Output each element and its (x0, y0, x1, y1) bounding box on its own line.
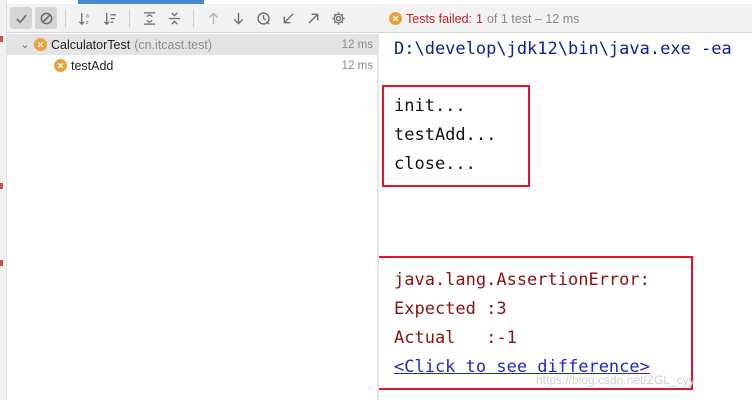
console-error-line: java.lang.AssertionError: (394, 270, 650, 290)
svg-text:z: z (85, 20, 88, 26)
console-output-line: init... (394, 96, 466, 116)
export-results-arrow-icon[interactable] (302, 7, 324, 29)
console-output-line: testAdd... (394, 125, 497, 145)
test-history-clock-icon[interactable] (252, 7, 274, 29)
test-toolbar: az Tests failed: 1 of 1 test – 12 ms (7, 4, 752, 33)
gutter-marker (0, 183, 3, 189)
sort-alphabetically-icon[interactable]: az (74, 7, 96, 29)
tree-item-duration: 12 ms (341, 38, 373, 51)
test-status-summary: Tests failed: 1 of 1 test – 12 ms (389, 4, 579, 33)
watermark-text: https://blog.csdn.net/ZGL_cyy (536, 373, 695, 387)
sort-by-duration-icon[interactable] (99, 7, 121, 29)
chevron-down-icon[interactable]: ⌄ (18, 38, 32, 51)
status-failed-count: 1 (476, 11, 483, 26)
tree-item-duration: 12 ms (341, 59, 373, 72)
show-passed-check-icon[interactable] (10, 7, 32, 29)
test-results-tree: ⌄ CalculatorTest (cn.itcast.test) 12 ms … (7, 34, 377, 400)
expand-all-icon[interactable] (138, 7, 160, 29)
previous-failed-arrow-up-icon[interactable] (202, 7, 224, 29)
failed-warning-icon (389, 12, 402, 25)
import-tests-arrow-icon[interactable] (277, 7, 299, 29)
console-command-line: D:\develop\jdk12\bin\java.exe -ea (394, 39, 732, 59)
svg-text:a: a (85, 13, 88, 19)
tree-item-calculatortest[interactable]: ⌄ CalculatorTest (cn.itcast.test) 12 ms (7, 34, 377, 55)
tree-item-name: CalculatorTest (51, 37, 131, 52)
toolbar-separator (129, 9, 130, 27)
gutter-marker (0, 260, 3, 266)
gutter-marker (0, 36, 3, 42)
left-gutter (0, 0, 7, 400)
test-failed-icon (54, 59, 67, 72)
console-output-line: close... (394, 154, 476, 174)
show-ignored-cancel-icon[interactable] (35, 7, 57, 29)
status-summary-text: of 1 test – 12 ms (486, 11, 580, 26)
tree-item-testadd[interactable]: testAdd 12 ms (7, 55, 377, 76)
toolbar-separator (65, 9, 66, 27)
status-failed-label: Tests failed: (406, 11, 473, 26)
settings-gear-icon[interactable] (327, 7, 349, 29)
test-runner-window: az Tests failed: 1 of 1 test – 12 ms ⌄ C… (0, 0, 752, 400)
console-error-line: Expected :3 (394, 299, 507, 319)
tree-item-package: (cn.itcast.test) (134, 37, 212, 52)
toolbar-separator (193, 9, 194, 27)
console-error-line: Actual :-1 (394, 328, 517, 348)
next-failed-arrow-down-icon[interactable] (227, 7, 249, 29)
test-failed-icon (34, 38, 47, 51)
tree-item-name: testAdd (71, 58, 114, 73)
collapse-all-icon[interactable] (163, 7, 185, 29)
console-output[interactable]: D:\develop\jdk12\bin\java.exe -ea init..… (379, 34, 752, 400)
